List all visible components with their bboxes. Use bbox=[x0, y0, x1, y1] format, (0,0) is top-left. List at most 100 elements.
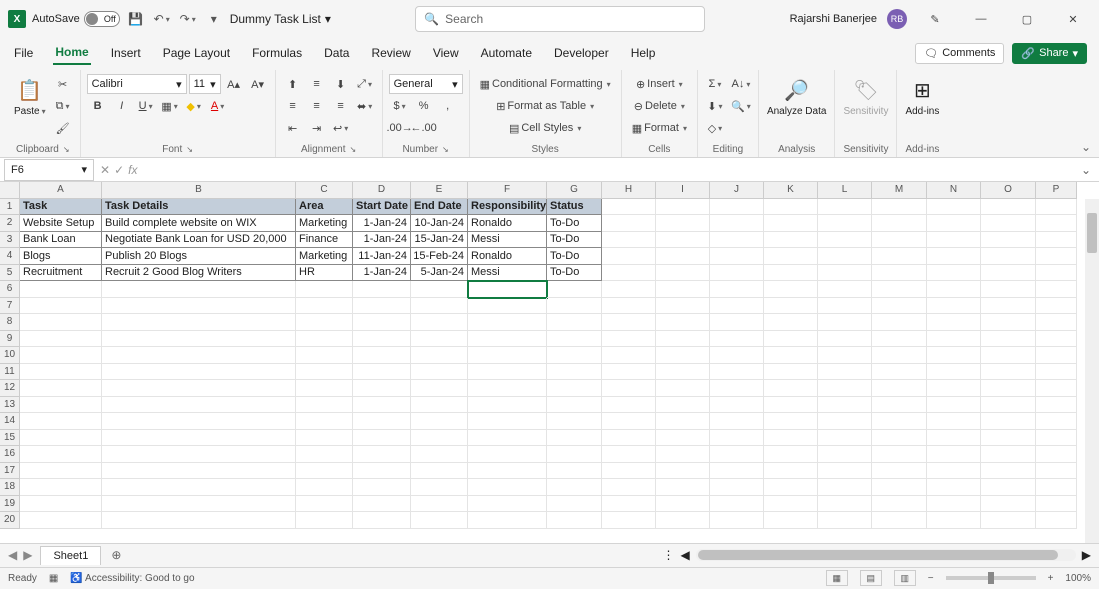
tab-insert[interactable]: Insert bbox=[109, 42, 143, 64]
cell-H10[interactable] bbox=[602, 347, 656, 364]
document-title[interactable]: Dummy Task List ▾ bbox=[230, 12, 331, 26]
vertical-scrollbar[interactable] bbox=[1085, 199, 1099, 543]
cell-J9[interactable] bbox=[710, 331, 764, 348]
cell-G2[interactable]: To-Do bbox=[547, 215, 602, 232]
copy-icon[interactable]: ⧉ bbox=[52, 96, 74, 116]
cell-P7[interactable] bbox=[1036, 298, 1077, 315]
cell-K19[interactable] bbox=[764, 496, 818, 513]
cell-P14[interactable] bbox=[1036, 413, 1077, 430]
align-middle-icon[interactable]: ≡ bbox=[306, 74, 328, 94]
col-header-G[interactable]: G bbox=[547, 182, 602, 199]
row-header-16[interactable]: 16 bbox=[0, 446, 20, 463]
cell-J5[interactable] bbox=[710, 265, 764, 282]
align-top-icon[interactable]: ⬆ bbox=[282, 74, 304, 94]
cell-G9[interactable] bbox=[547, 331, 602, 348]
maximize-icon[interactable]: ▢ bbox=[1009, 4, 1045, 34]
cell-P2[interactable] bbox=[1036, 215, 1077, 232]
col-header-A[interactable]: A bbox=[20, 182, 102, 199]
cell-O18[interactable] bbox=[981, 479, 1036, 496]
increase-indent-icon[interactable]: ⇥ bbox=[306, 118, 328, 138]
cell-H2[interactable] bbox=[602, 215, 656, 232]
cell-D12[interactable] bbox=[353, 380, 411, 397]
col-header-B[interactable]: B bbox=[102, 182, 296, 199]
cell-K12[interactable] bbox=[764, 380, 818, 397]
cell-E12[interactable] bbox=[411, 380, 468, 397]
cell-P12[interactable] bbox=[1036, 380, 1077, 397]
cell-P11[interactable] bbox=[1036, 364, 1077, 381]
cell-O14[interactable] bbox=[981, 413, 1036, 430]
cell-N11[interactable] bbox=[927, 364, 981, 381]
cell-G19[interactable] bbox=[547, 496, 602, 513]
wrap-text-icon[interactable]: ↩ bbox=[330, 118, 352, 138]
col-header-M[interactable]: M bbox=[872, 182, 927, 199]
row-header-20[interactable]: 20 bbox=[0, 512, 20, 529]
cell-A6[interactable] bbox=[20, 281, 102, 298]
cell-G5[interactable]: To-Do bbox=[547, 265, 602, 282]
comma-icon[interactable]: , bbox=[437, 96, 459, 116]
cell-M9[interactable] bbox=[872, 331, 927, 348]
cell-D10[interactable] bbox=[353, 347, 411, 364]
cell-C11[interactable] bbox=[296, 364, 353, 381]
cell-K18[interactable] bbox=[764, 479, 818, 496]
cell-H6[interactable] bbox=[602, 281, 656, 298]
cell-C1[interactable]: Area bbox=[296, 199, 353, 216]
decrease-indent-icon[interactable]: ⇤ bbox=[282, 118, 304, 138]
cell-K9[interactable] bbox=[764, 331, 818, 348]
cell-E19[interactable] bbox=[411, 496, 468, 513]
cell-N2[interactable] bbox=[927, 215, 981, 232]
cell-E15[interactable] bbox=[411, 430, 468, 447]
cell-M7[interactable] bbox=[872, 298, 927, 315]
cell-H7[interactable] bbox=[602, 298, 656, 315]
align-center-icon[interactable]: ≡ bbox=[306, 96, 328, 116]
cell-J6[interactable] bbox=[710, 281, 764, 298]
cell-B4[interactable]: Publish 20 Blogs bbox=[102, 248, 296, 265]
cell-H18[interactable] bbox=[602, 479, 656, 496]
cell-E13[interactable] bbox=[411, 397, 468, 414]
row-header-4[interactable]: 4 bbox=[0, 248, 20, 265]
cell-K7[interactable] bbox=[764, 298, 818, 315]
number-format-select[interactable]: General▾ bbox=[389, 74, 463, 94]
cell-I6[interactable] bbox=[656, 281, 710, 298]
cell-E18[interactable] bbox=[411, 479, 468, 496]
cell-G1[interactable]: Status bbox=[547, 199, 602, 216]
sheet-tab-1[interactable]: Sheet1 bbox=[40, 546, 101, 565]
analyze-data-button[interactable]: 🔎Analyze Data bbox=[765, 74, 828, 119]
cell-B10[interactable] bbox=[102, 347, 296, 364]
cell-J17[interactable] bbox=[710, 463, 764, 480]
cell-L1[interactable] bbox=[818, 199, 872, 216]
col-header-C[interactable]: C bbox=[296, 182, 353, 199]
cell-L5[interactable] bbox=[818, 265, 872, 282]
cell-I7[interactable] bbox=[656, 298, 710, 315]
increase-decimal-icon[interactable]: .00→ bbox=[389, 118, 411, 138]
cell-P16[interactable] bbox=[1036, 446, 1077, 463]
comments-button[interactable]: 🗨 Comments bbox=[915, 43, 1004, 64]
cell-C9[interactable] bbox=[296, 331, 353, 348]
cell-I3[interactable] bbox=[656, 232, 710, 249]
cell-B15[interactable] bbox=[102, 430, 296, 447]
add-sheet-icon[interactable]: ⊕ bbox=[101, 548, 131, 562]
cell-J20[interactable] bbox=[710, 512, 764, 529]
cell-P3[interactable] bbox=[1036, 232, 1077, 249]
cell-J13[interactable] bbox=[710, 397, 764, 414]
cell-K16[interactable] bbox=[764, 446, 818, 463]
cell-C16[interactable] bbox=[296, 446, 353, 463]
fx-icon[interactable]: fx bbox=[128, 163, 137, 177]
cell-B13[interactable] bbox=[102, 397, 296, 414]
collapse-ribbon-icon[interactable]: ⌄ bbox=[1081, 140, 1091, 154]
cell-N4[interactable] bbox=[927, 248, 981, 265]
cell-G15[interactable] bbox=[547, 430, 602, 447]
cell-N13[interactable] bbox=[927, 397, 981, 414]
col-header-J[interactable]: J bbox=[710, 182, 764, 199]
cell-B8[interactable] bbox=[102, 314, 296, 331]
cell-D8[interactable] bbox=[353, 314, 411, 331]
cell-O6[interactable] bbox=[981, 281, 1036, 298]
cell-I8[interactable] bbox=[656, 314, 710, 331]
cell-C12[interactable] bbox=[296, 380, 353, 397]
cell-P8[interactable] bbox=[1036, 314, 1077, 331]
cell-L18[interactable] bbox=[818, 479, 872, 496]
cell-K1[interactable] bbox=[764, 199, 818, 216]
select-all-corner[interactable] bbox=[0, 182, 20, 199]
cell-K11[interactable] bbox=[764, 364, 818, 381]
format-painter-icon[interactable]: 🖌 bbox=[52, 118, 74, 138]
cell-A14[interactable] bbox=[20, 413, 102, 430]
